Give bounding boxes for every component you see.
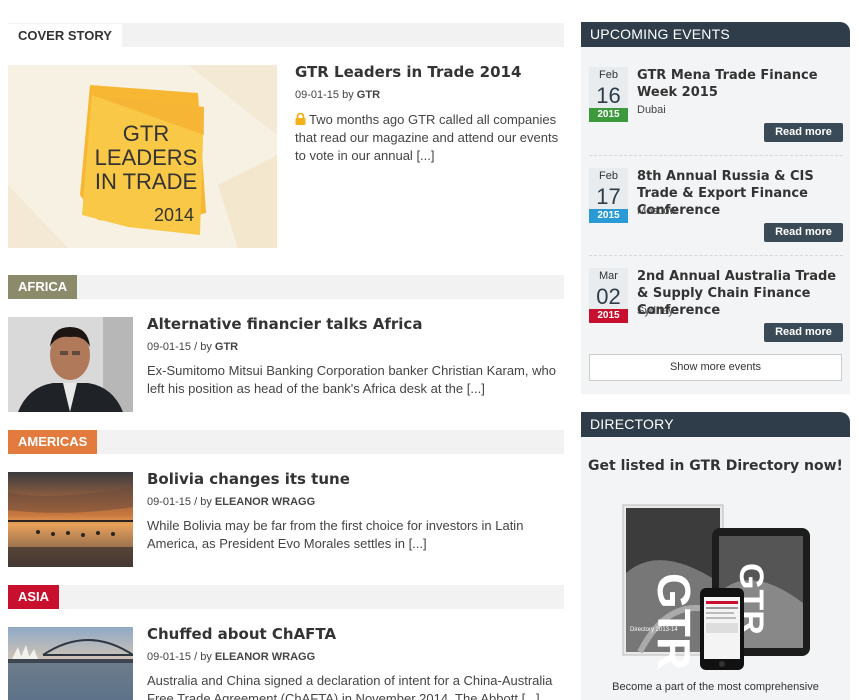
event-date: Feb 17 2015 xyxy=(589,168,628,223)
asia-author[interactable]: ELEANOR WRAGG xyxy=(215,651,315,663)
africa-date: 09-01-15 xyxy=(147,341,192,353)
africa-article-image[interactable] xyxy=(8,317,133,412)
event-month: Feb xyxy=(589,67,628,84)
event-month: Feb xyxy=(589,168,628,185)
cover-story-headline[interactable]: GTR Leaders in Trade 2014 xyxy=(295,63,521,81)
asia-label[interactable]: ASIA xyxy=(8,585,60,609)
americas-article-image[interactable] xyxy=(8,472,133,567)
cover-story-more-link[interactable]: [...] xyxy=(416,148,434,163)
event-city: Dubai xyxy=(637,104,666,116)
event-month: Mar xyxy=(589,268,628,285)
americas-by: / by xyxy=(194,496,212,508)
americas-header: AMERICAS xyxy=(8,430,564,454)
read-more-button[interactable]: Read more xyxy=(764,323,843,342)
americas-meta: 09-01-15 / by ELEANOR WRAGG xyxy=(147,496,315,508)
event-divider xyxy=(589,255,843,256)
lock-icon xyxy=(295,112,306,125)
event-year: 2015 xyxy=(589,309,628,323)
magazine-subtitle: Directory 2013-14 xyxy=(630,627,678,633)
africa-by: / by xyxy=(194,341,212,353)
directory-header: DIRECTORY xyxy=(581,412,850,437)
magazine-title: GTR xyxy=(648,573,700,670)
portrait-photo xyxy=(8,317,133,412)
cover-story-by: by xyxy=(342,89,354,101)
africa-header: AFRICA xyxy=(8,275,564,299)
cover-story-meta: 09-01-15 by GTR xyxy=(295,89,380,101)
africa-excerpt: Ex-Sumitomo Mitsui Banking Corporation b… xyxy=(147,362,565,398)
directory-promo-image[interactable]: GTR Directory 2013-14 GTR xyxy=(620,503,815,673)
event-title[interactable]: GTR Mena Trade Finance Week 2015 xyxy=(637,67,843,101)
read-more-button[interactable]: Read more xyxy=(764,223,843,242)
graphic-line-3: IN TRADE xyxy=(95,169,197,194)
graphic-line-1: GTR xyxy=(123,121,169,146)
asia-by: / by xyxy=(194,651,212,663)
event-date: Feb 16 2015 xyxy=(589,67,628,122)
cover-story-author[interactable]: GTR xyxy=(357,89,380,101)
americas-headline[interactable]: Bolivia changes its tune xyxy=(147,470,350,488)
asia-headline[interactable]: Chuffed about ChAFTA xyxy=(147,625,336,643)
cover-story-image[interactable]: GTR LEADERS IN TRADE 2014 xyxy=(8,65,277,248)
event-date: Mar 02 2015 xyxy=(589,268,628,323)
americas-more-link[interactable]: [...] xyxy=(409,536,427,551)
graphic-line-4: 2014 xyxy=(154,205,194,225)
africa-more-link[interactable]: [...] xyxy=(467,381,485,396)
asia-excerpt-text: Australia and China signed a declaration… xyxy=(147,673,553,700)
africa-headline[interactable]: Alternative financier talks Africa xyxy=(147,315,422,333)
event-day: 16 xyxy=(589,84,628,108)
cover-story-label: COVER STORY xyxy=(8,23,122,47)
americas-author[interactable]: ELEANOR WRAGG xyxy=(215,496,315,508)
asia-date: 09-01-15 xyxy=(147,651,192,663)
event-item: Mar 02 2015 2nd Annual Australia Trade &… xyxy=(589,268,843,348)
sydney-harbour-photo xyxy=(8,627,133,700)
event-city: Moscow xyxy=(637,205,678,217)
lake-sunset-photo xyxy=(8,472,133,567)
asia-more-link[interactable]: [...] xyxy=(522,691,540,700)
show-more-events-button[interactable]: Show more events xyxy=(589,354,842,381)
africa-meta: 09-01-15 / by GTR xyxy=(147,341,238,353)
americas-label[interactable]: AMERICAS xyxy=(8,430,98,454)
read-more-button[interactable]: Read more xyxy=(764,123,843,142)
event-city: Sydney xyxy=(637,305,674,317)
directory-footer-text: Become a part of the most comprehensive xyxy=(612,681,819,693)
americas-excerpt: While Bolivia may be far from the first … xyxy=(147,517,557,553)
directory-devices-graphic: GTR Directory 2013-14 GTR xyxy=(622,504,810,670)
graphic-line-2: LEADERS xyxy=(95,145,198,170)
africa-excerpt-text: Ex-Sumitomo Mitsui Banking Corporation b… xyxy=(147,363,556,396)
event-year: 2015 xyxy=(589,209,628,223)
americas-date: 09-01-15 xyxy=(147,496,192,508)
directory-heading: Get listed in GTR Directory now! xyxy=(588,458,843,474)
event-year: 2015 xyxy=(589,108,628,122)
africa-author[interactable]: GTR xyxy=(215,341,238,353)
upcoming-events-header: UPCOMING EVENTS xyxy=(581,22,850,47)
asia-article-image[interactable] xyxy=(8,627,133,700)
event-item: Feb 17 2015 8th Annual Russia & CIS Trad… xyxy=(589,168,843,248)
asia-meta: 09-01-15 / by ELEANOR WRAGG xyxy=(147,651,315,663)
cover-story-date: 09-01-15 xyxy=(295,89,340,101)
asia-header: ASIA xyxy=(8,585,564,609)
africa-label[interactable]: AFRICA xyxy=(8,275,78,299)
event-day: 02 xyxy=(589,285,628,309)
americas-excerpt-text: While Bolivia may be far from the first … xyxy=(147,518,524,551)
event-day: 17 xyxy=(589,185,628,209)
cover-story-excerpt: Two months ago GTR called all companies … xyxy=(295,111,560,165)
cover-story-header: COVER STORY xyxy=(8,23,564,47)
leaders-in-trade-graphic: GTR LEADERS IN TRADE 2014 xyxy=(8,65,277,248)
event-divider xyxy=(589,155,843,156)
event-item: Feb 16 2015 GTR Mena Trade Finance Week … xyxy=(589,67,843,147)
asia-excerpt: Australia and China signed a declaration… xyxy=(147,672,565,700)
